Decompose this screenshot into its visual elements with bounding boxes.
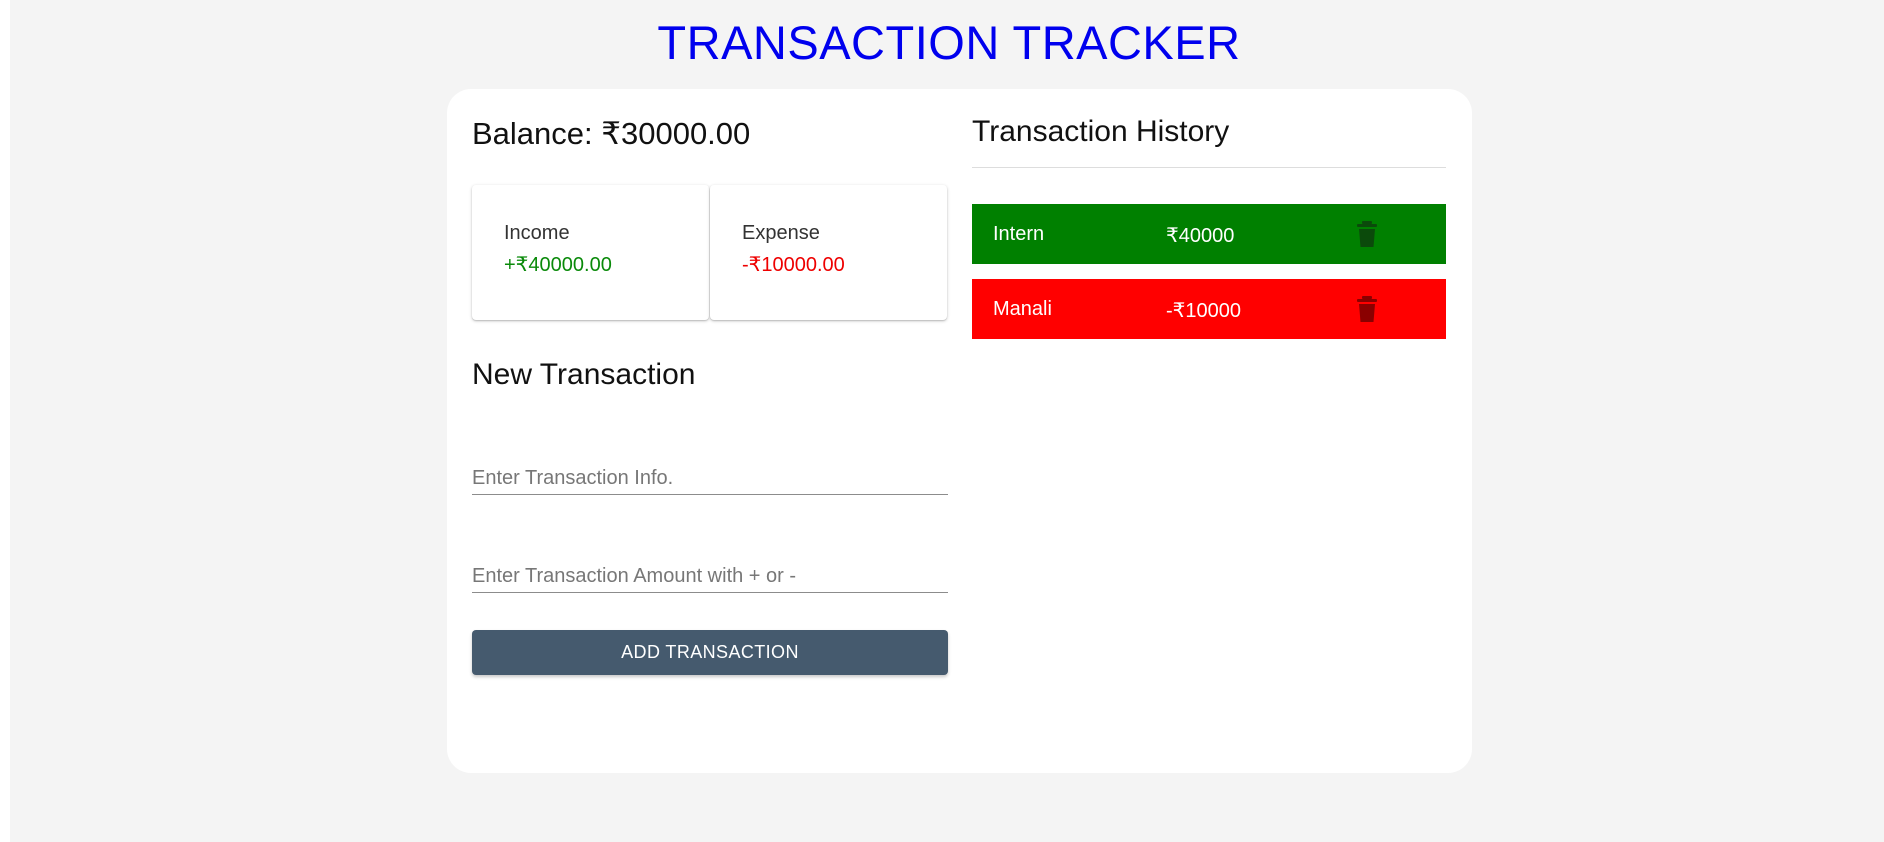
transaction-name: Manali [993, 298, 1052, 320]
new-transaction-title: New Transaction [472, 358, 696, 391]
transaction-amount-input[interactable] [472, 560, 948, 593]
income-label: Income [504, 222, 570, 244]
app-title: TRANSACTION TRACKER [657, 16, 1241, 69]
trash-icon[interactable] [1355, 220, 1379, 248]
income-value: +₹40000.00 [504, 254, 612, 276]
tracker-card: Balance: ₹30000.00 Income +₹40000.00 Exp… [447, 89, 1472, 773]
expense-summary-box: Expense -₹10000.00 [710, 185, 947, 320]
transaction-item: Manali -₹10000 [972, 279, 1446, 339]
transaction-history-title: Transaction History [972, 115, 1230, 148]
transaction-amount: -₹10000 [1166, 300, 1241, 322]
transaction-history-list: Intern ₹40000 Manali -₹10000 [972, 204, 1446, 354]
transaction-name: Intern [993, 223, 1045, 245]
transaction-item: Intern ₹40000 [972, 204, 1446, 264]
income-expense-summary: Income +₹40000.00 Expense -₹10000.00 [472, 185, 948, 320]
expense-value: -₹10000.00 [742, 254, 845, 276]
balance-display: Balance: ₹30000.00 [472, 116, 751, 151]
transaction-amount: ₹40000 [1166, 225, 1235, 247]
page-background: TRANSACTION TRACKER Balance: ₹30000.00 I… [10, 0, 1884, 842]
add-transaction-button[interactable]: ADD TRANSACTION [472, 630, 948, 675]
history-divider [972, 167, 1446, 168]
income-summary-box: Income +₹40000.00 [472, 185, 709, 320]
trash-icon[interactable] [1355, 295, 1379, 323]
transaction-info-input[interactable] [472, 462, 948, 495]
expense-label: Expense [742, 222, 820, 244]
